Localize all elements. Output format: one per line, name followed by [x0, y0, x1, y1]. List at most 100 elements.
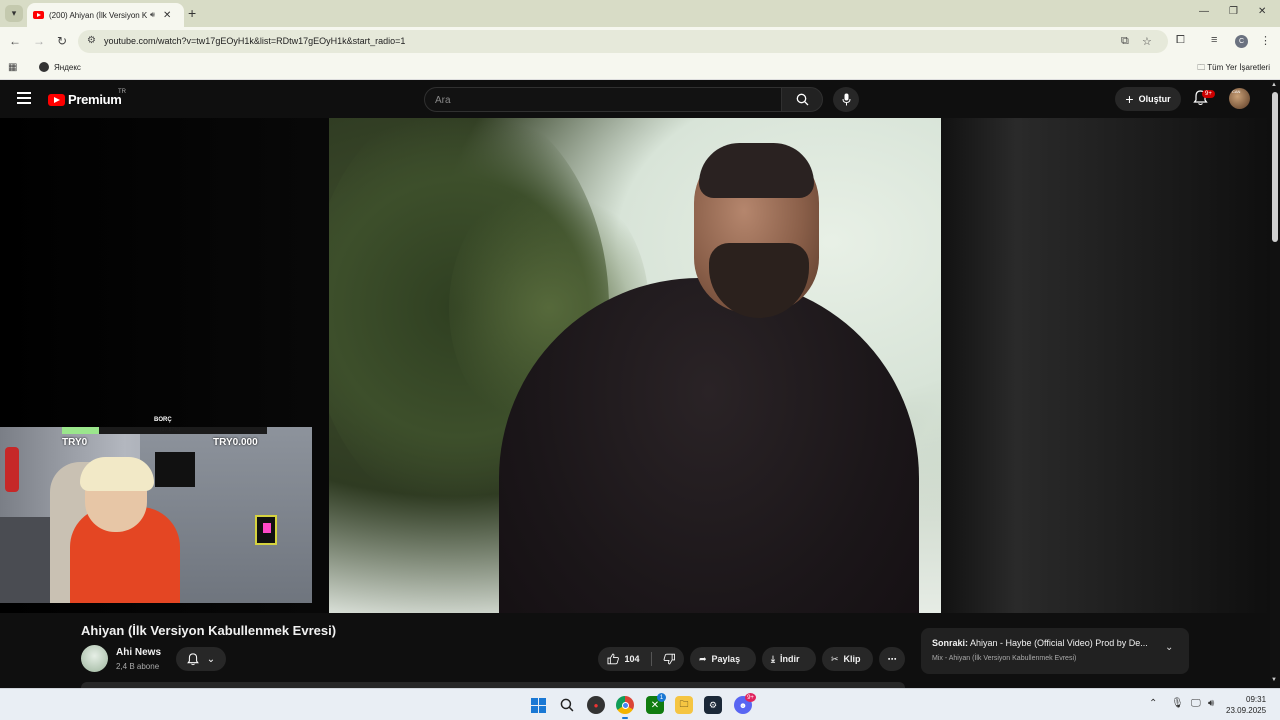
- share-icon: ➦: [699, 653, 707, 664]
- tray-overflow-icon[interactable]: ⌃: [1149, 698, 1157, 709]
- page-scrollbar[interactable]: ▲ ▼: [1270, 80, 1280, 688]
- youtube-favicon-icon: [33, 11, 44, 19]
- expand-chevron-icon[interactable]: ⌄: [1165, 642, 1173, 653]
- create-button[interactable]: + Oluştur: [1115, 87, 1181, 111]
- bookmark-yandex[interactable]: Яндекс: [39, 62, 81, 72]
- webcam-tv: [155, 452, 195, 487]
- share-label: Paylaş: [711, 654, 741, 664]
- forward-icon[interactable]: →: [33, 34, 45, 48]
- avatar-text: CAN: [1232, 89, 1241, 94]
- tray-volume-icon[interactable]: 🔊︎: [1208, 698, 1214, 709]
- new-tab-button[interactable]: +: [188, 5, 196, 21]
- share-button[interactable]: ➦ Paylaş: [690, 647, 756, 671]
- create-label: Oluştur: [1138, 94, 1171, 104]
- logo-text: Premium: [68, 92, 122, 107]
- start-button[interactable]: [529, 696, 547, 714]
- clock-time: 09:31: [1246, 695, 1267, 704]
- minimize-icon[interactable]: —: [1199, 6, 1209, 17]
- bookmarks-bar: ▦ Яндекс 🗀 Tüm Yer İşaretleri: [0, 56, 1280, 80]
- all-bookmarks-label: Tüm Yer İşaretleri: [1207, 63, 1270, 72]
- chrome-center: [621, 701, 629, 709]
- youtube-logo[interactable]: Premium TR: [48, 89, 126, 107]
- bookmark-star-icon[interactable]: ☆: [1142, 35, 1152, 48]
- scroll-up-icon[interactable]: ▲: [1271, 82, 1277, 88]
- up-next-card[interactable]: Sonraki: Ahiyan - Haybe (Official Video)…: [921, 628, 1189, 674]
- speaker-icon[interactable]: 🔊︎: [150, 10, 155, 20]
- try-right-amount: TRY0.000: [213, 437, 258, 448]
- try-left-amount: TRY0: [62, 437, 88, 448]
- app-icon-1[interactable]: ●: [587, 696, 605, 714]
- microphone-icon: [842, 93, 850, 106]
- borc-percent: (17.87%): [160, 427, 181, 433]
- window-close-icon[interactable]: ✕: [1258, 6, 1266, 17]
- search-input[interactable]: Ara: [424, 87, 782, 112]
- discord-icon: ☻: [738, 700, 748, 710]
- browser-toolbar: ← → ↻ ⚙ youtube.com/watch?v=tw17gEOyH1k&…: [0, 27, 1280, 56]
- menu-icon[interactable]: [17, 92, 31, 104]
- chrome-menu-icon[interactable]: ⋮: [1260, 34, 1271, 47]
- search-icon: [796, 93, 808, 106]
- streamer-webcam-overlay: [0, 427, 312, 603]
- tab-search-button[interactable]: ▾: [5, 5, 23, 22]
- up-next-line: Sonraki: Ahiyan - Haybe (Official Video)…: [932, 638, 1148, 648]
- video-title: Ahiyan (İlk Versiyon Kabullenmek Evresi): [81, 623, 337, 638]
- reload-icon[interactable]: ↻: [57, 34, 67, 48]
- like-icon[interactable]: [607, 653, 620, 665]
- up-next-title: Ahiyan - Haybe (Official Video) Prod by …: [970, 638, 1148, 648]
- webcam-scarf: [5, 447, 19, 492]
- channel-name[interactable]: Ahi News: [116, 647, 161, 658]
- file-explorer-taskbar-icon[interactable]: 🗀: [675, 696, 693, 714]
- download-icon: ⤓: [771, 653, 775, 664]
- up-next-label: Sonraki:: [932, 638, 969, 648]
- search-button[interactable]: [781, 87, 823, 112]
- clip-label: Klip: [843, 654, 861, 664]
- borc-label: BORÇ: [154, 417, 172, 423]
- subscription-notification-button[interactable]: ⌄: [176, 647, 226, 671]
- tab-title: (200) Ahiyan (İlk Versiyon K: [49, 10, 147, 20]
- bookmark-yandex-label: Яндекс: [54, 62, 81, 72]
- site-info-icon[interactable]: ⚙: [87, 35, 96, 46]
- like-count[interactable]: 104: [625, 654, 640, 664]
- search-placeholder: Ara: [435, 95, 451, 106]
- install-app-icon[interactable]: ⧉: [1121, 35, 1129, 48]
- voice-search-button[interactable]: [833, 87, 859, 112]
- video-player[interactable]: [329, 118, 941, 613]
- channel-avatar[interactable]: [81, 645, 108, 672]
- webcam-person-hair: [80, 457, 154, 491]
- download-button[interactable]: ⤓ İndir: [762, 647, 816, 671]
- maximize-icon[interactable]: ❐: [1229, 6, 1238, 17]
- more-actions-button[interactable]: ⋯: [879, 647, 905, 671]
- browser-tab-strip: ▾ (200) Ahiyan (İlk Versiyon K 🔊︎ ✕ + — …: [0, 0, 1280, 27]
- tray-network-icon[interactable]: 🖵: [1191, 698, 1201, 709]
- media-controls-icon[interactable]: ≡: [1211, 34, 1217, 46]
- folder-icon: 🗀: [679, 699, 689, 709]
- address-bar[interactable]: ⚙ youtube.com/watch?v=tw17gEOyH1k&list=R…: [78, 30, 1168, 53]
- youtube-header: Premium TR Ara + Oluştur 9+: [0, 80, 1280, 118]
- extensions-icon[interactable]: ⧠: [1176, 34, 1185, 47]
- video-frame-person-hair: [699, 143, 814, 198]
- up-next-mix: Mix - Ahiyan (İlk Versiyon Kabullenmek E…: [932, 655, 1077, 662]
- more-icon: ⋯: [887, 653, 897, 664]
- chevron-down-icon: ⌄: [206, 653, 216, 665]
- system-clock[interactable]: 09:31 23.09.2025: [1226, 694, 1266, 716]
- all-bookmarks[interactable]: 🗀 Tüm Yer İşaretleri: [1197, 62, 1270, 76]
- clock-date: 23.09.2025: [1226, 706, 1267, 715]
- dislike-icon[interactable]: [663, 653, 676, 665]
- tray-microphone-icon[interactable]: 🎙︎: [1171, 698, 1184, 709]
- clip-button[interactable]: ✂ Klip: [822, 647, 873, 671]
- back-icon[interactable]: ←: [9, 34, 21, 48]
- folder-icon: 🗀: [1197, 63, 1206, 72]
- scrollbar-thumb[interactable]: [1272, 92, 1278, 242]
- like-dislike-group: 104: [598, 647, 684, 671]
- apps-grid-icon[interactable]: ▦: [8, 62, 17, 73]
- scroll-down-icon[interactable]: ▼: [1271, 677, 1277, 683]
- tab-close-icon[interactable]: ✕: [163, 10, 171, 21]
- browser-tab-active[interactable]: (200) Ahiyan (İlk Versiyon K 🔊︎ ✕: [27, 3, 184, 27]
- taskbar-search[interactable]: [558, 696, 576, 714]
- steam-icon: ⚙: [708, 699, 718, 710]
- profile-avatar[interactable]: C: [1235, 35, 1248, 48]
- record-icon: ●: [593, 700, 599, 710]
- steam-taskbar-icon[interactable]: ⚙: [704, 696, 722, 714]
- chrome-taskbar-icon[interactable]: [616, 696, 634, 714]
- download-label: İndir: [779, 654, 800, 664]
